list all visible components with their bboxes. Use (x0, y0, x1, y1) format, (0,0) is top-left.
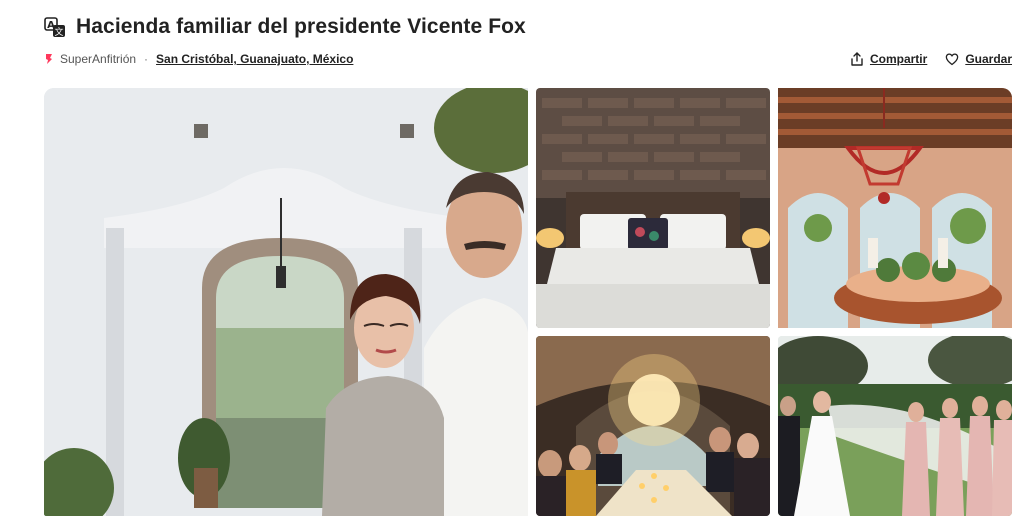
photo-gallery (44, 86, 1012, 516)
gallery-photo-wedding[interactable] (778, 336, 1012, 516)
superhost-badge: SuperAnfitrión (44, 52, 136, 66)
save-button[interactable]: Guardar (945, 52, 1012, 66)
superhost-badge-icon (46, 54, 52, 64)
translate-icon[interactable]: A 文 (44, 16, 66, 38)
gallery-photo-bedroom[interactable] (536, 88, 770, 328)
heart-icon (946, 53, 959, 66)
share-label: Compartir (869, 52, 928, 66)
listing-meta-row: SuperAnfitrión · San Cristóbal, Guanajua… (44, 50, 1012, 68)
gallery-photo-dinner[interactable] (536, 336, 770, 516)
gallery-photo-dining-patio[interactable] (778, 88, 1012, 328)
listing-header: A 文 Hacienda familiar del presidente Vic… (44, 12, 526, 42)
gallery-photo-main[interactable] (44, 88, 528, 516)
meta-separator: · (144, 52, 149, 66)
share-button[interactable]: Compartir (850, 52, 927, 66)
location-link[interactable]: San Cristóbal, Guanajuato, México (156, 52, 353, 66)
superhost-label: SuperAnfitrión (60, 52, 137, 66)
listing-actions: Compartir Guardar (850, 52, 1012, 66)
share-icon (851, 52, 863, 66)
page-title: Hacienda familiar del presidente Vicente… (76, 15, 526, 38)
save-label: Guardar (965, 52, 1012, 66)
svg-text:文: 文 (54, 26, 63, 38)
